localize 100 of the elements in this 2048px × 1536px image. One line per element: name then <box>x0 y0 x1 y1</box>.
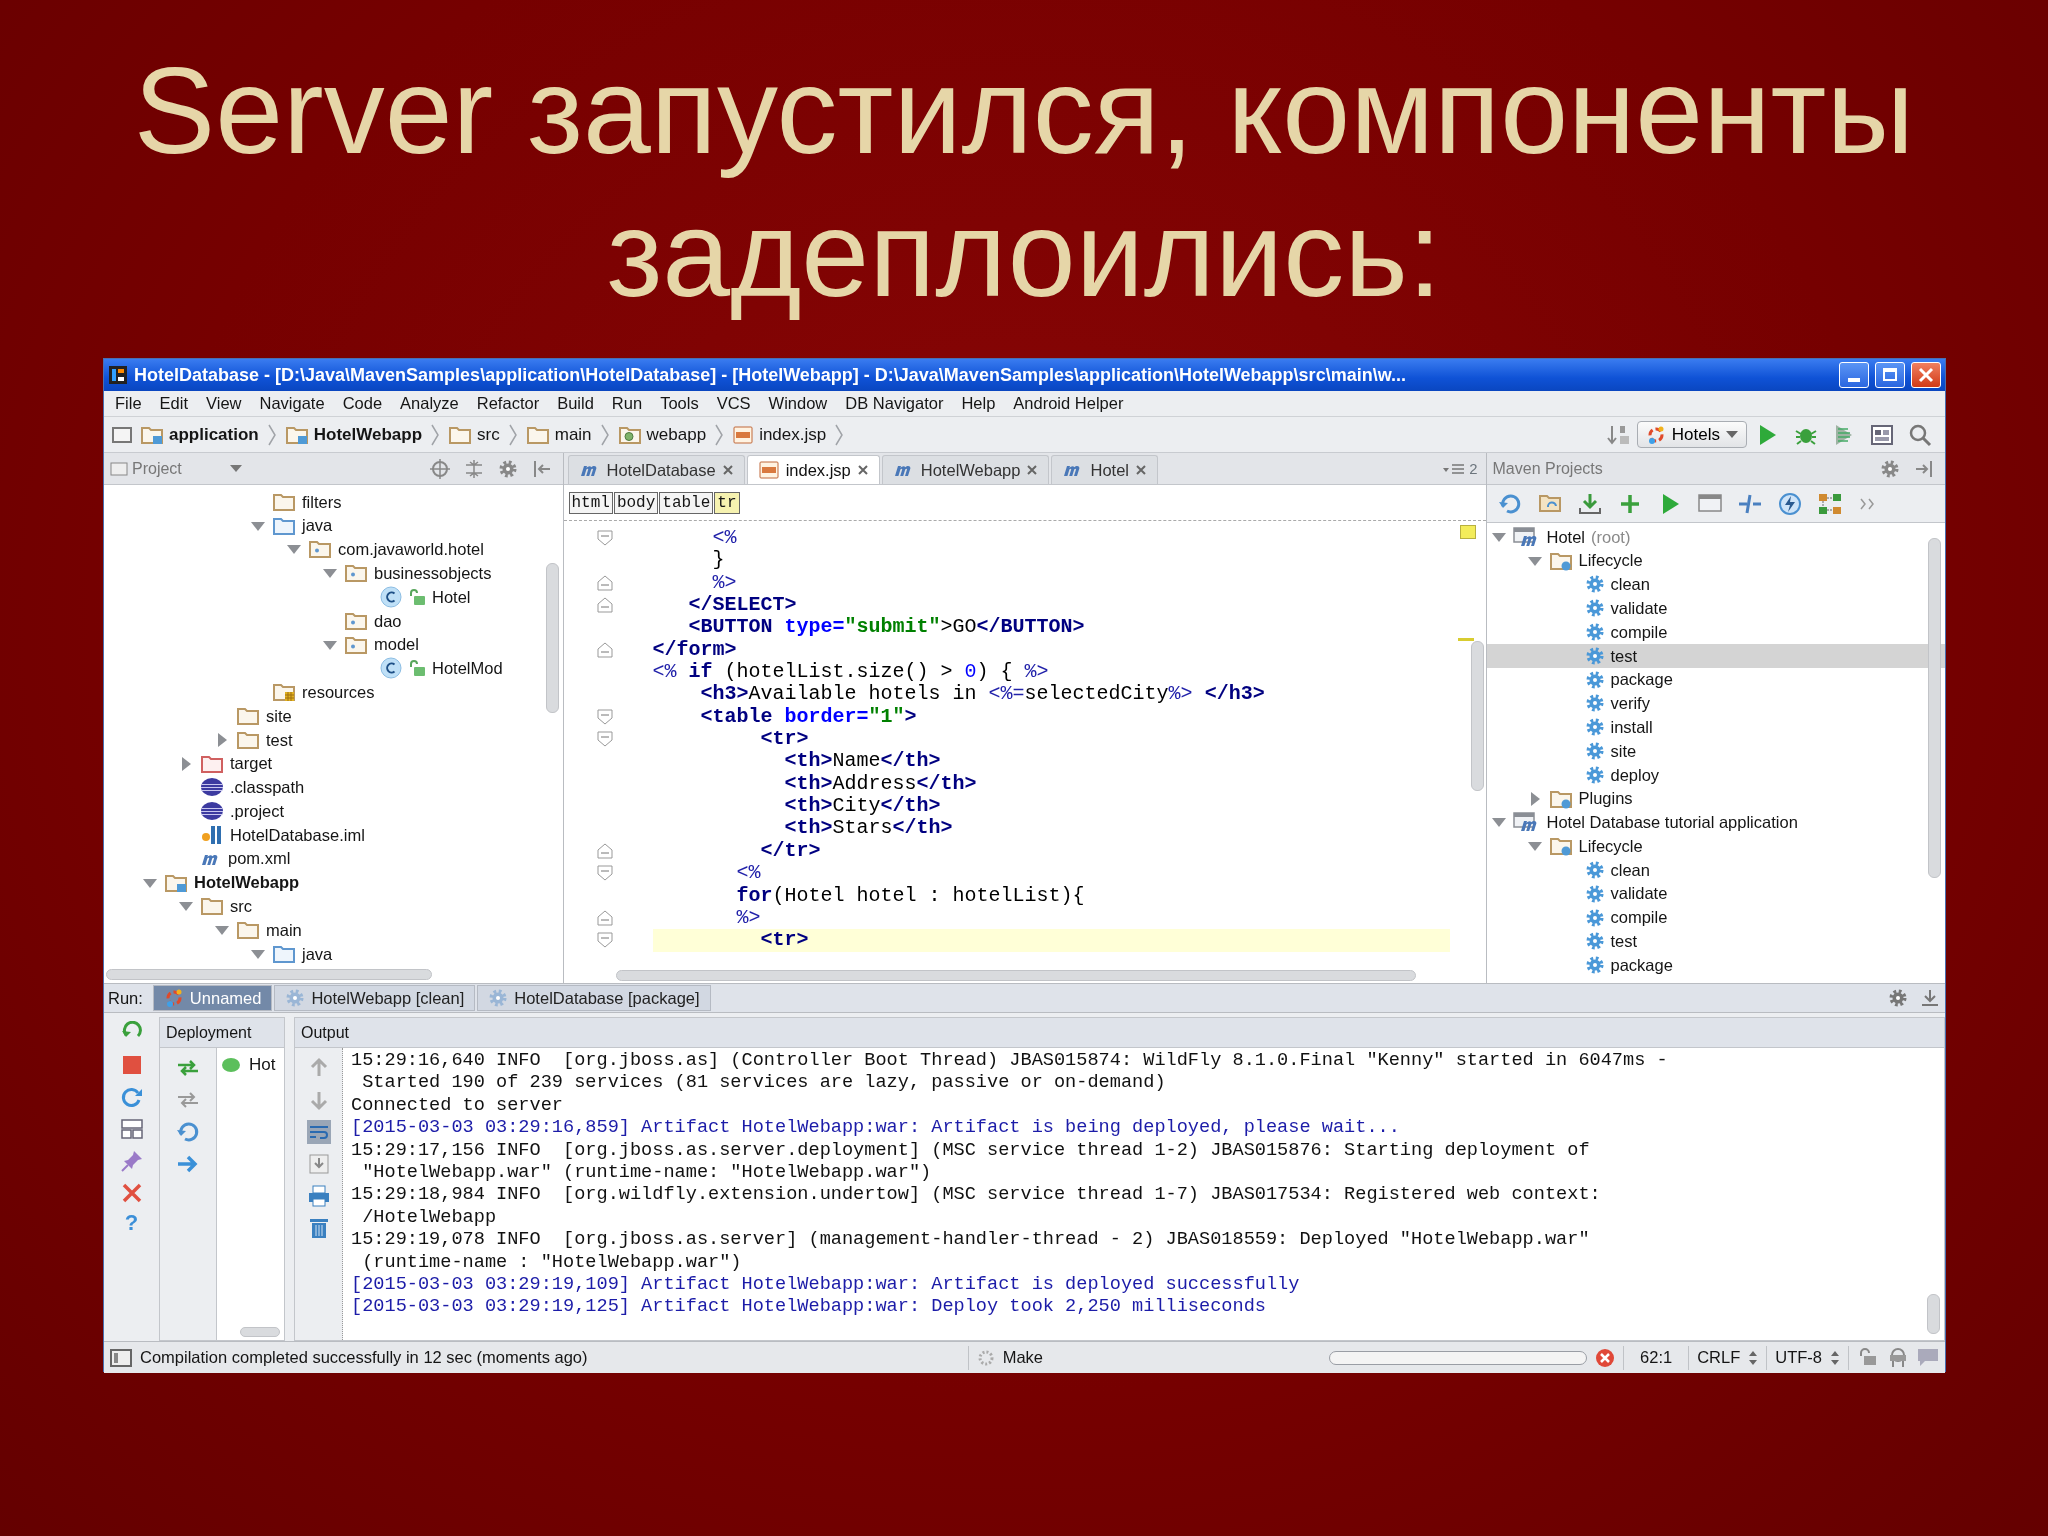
warning-marker[interactable] <box>1459 525 1476 539</box>
pin-icon[interactable] <box>119 1149 144 1173</box>
change-marker[interactable] <box>1457 638 1474 641</box>
tree-item-label[interactable]: site <box>266 703 292 729</box>
hide-panel-icon[interactable] <box>531 458 552 479</box>
settings-icon[interactable] <box>1888 988 1908 1008</box>
menu-item[interactable]: Tools <box>651 391 708 416</box>
tree-row[interactable]: test <box>1486 929 1945 954</box>
breadcrumb[interactable]: index.jsp <box>728 421 831 448</box>
up-down-arrows-icon[interactable] <box>1830 1349 1840 1366</box>
scrollbar[interactable] <box>106 969 432 980</box>
tag-breadcrumb[interactable]: html <box>568 491 613 514</box>
project-structure-icon[interactable] <box>1870 422 1894 447</box>
menu-item[interactable]: VCS <box>707 391 760 416</box>
menu-item[interactable]: View <box>197 391 251 416</box>
close-icon[interactable] <box>1135 464 1147 476</box>
tree-row[interactable]: compile <box>1486 905 1945 930</box>
layout-icon[interactable] <box>119 1117 144 1141</box>
editor-tab[interactable]: HotelDatabase <box>567 455 745 484</box>
tree-item-label[interactable]: filters <box>302 489 342 515</box>
fold-icon[interactable] <box>596 641 613 658</box>
tag-breadcrumb[interactable]: body <box>613 491 659 514</box>
minimize-button[interactable] <box>1839 362 1869 388</box>
update-icon[interactable] <box>119 1085 144 1109</box>
editor-tab[interactable]: index.jsp <box>746 455 880 484</box>
tag-breadcrumb[interactable]: table <box>659 491 714 514</box>
minimize-panel-icon[interactable] <box>1920 988 1940 1008</box>
breadcrumb[interactable]: src <box>444 421 504 448</box>
tree-row[interactable]: site <box>1486 739 1945 763</box>
cancel-icon[interactable] <box>1595 1347 1616 1368</box>
scrollbar[interactable] <box>240 1327 280 1337</box>
tag-breadcrumb[interactable]: tr <box>714 491 740 514</box>
tree-item-label[interactable]: .project <box>230 798 285 824</box>
tree-row[interactable]: package <box>1486 953 1945 978</box>
tree-row[interactable]: Lifecycle <box>1486 834 1945 859</box>
tree-row[interactable]: package <box>1486 667 1945 692</box>
fold-icon[interactable] <box>596 731 613 748</box>
tree-row[interactable]: install <box>1486 715 1945 740</box>
tree-row[interactable]: Hotel Database tutorial application <box>1486 810 1945 835</box>
target-icon[interactable] <box>429 458 450 479</box>
menu-item[interactable]: Code <box>333 391 392 416</box>
fold-icon[interactable] <box>596 865 613 882</box>
breadcrumb[interactable]: HotelWebapp <box>280 421 427 448</box>
fold-icon[interactable] <box>596 708 613 725</box>
tree-item-label[interactable]: target <box>230 751 273 777</box>
tree-row[interactable]: Lifecycle <box>1486 548 1945 573</box>
menu-item[interactable]: Window <box>759 391 837 416</box>
refresh-icon[interactable] <box>176 1120 200 1144</box>
line-separator-selector[interactable]: CRLF <box>1697 1345 1741 1370</box>
tree-item-label[interactable]: test <box>266 727 293 753</box>
run-configuration-dropdown[interactable]: Hotels <box>1636 421 1747 448</box>
download-icon[interactable] <box>1577 491 1602 516</box>
tree-row[interactable]: Hotel (root) <box>1486 525 1945 549</box>
fold-icon[interactable] <box>596 910 613 926</box>
tree-row[interactable]: verify <box>1486 691 1945 716</box>
tab-list-icon[interactable] <box>1443 461 1466 476</box>
fold-icon[interactable] <box>596 574 613 591</box>
tree-item-label[interactable]: pom.xml <box>228 846 291 872</box>
editor-tab[interactable]: HotelWebapp <box>881 455 1050 484</box>
tree-row[interactable]: clean <box>1486 858 1945 882</box>
hide-panel-icon[interactable] <box>1914 458 1934 479</box>
tree-item-label[interactable]: HotelMod <box>432 656 503 681</box>
lightning-icon[interactable] <box>1777 491 1802 516</box>
fold-icon[interactable] <box>596 843 613 859</box>
fold-icon[interactable] <box>596 597 613 614</box>
print-icon[interactable] <box>306 1184 331 1208</box>
breadcrumb[interactable]: webapp <box>613 421 711 448</box>
settings-icon[interactable] <box>1880 458 1900 479</box>
fold-icon[interactable] <box>596 932 613 949</box>
refresh-icon[interactable] <box>1497 491 1522 516</box>
tree-item-label[interactable]: model <box>374 632 419 658</box>
tree-row[interactable]: clean <box>1486 572 1945 597</box>
inspector-icon[interactable] <box>1887 1346 1909 1369</box>
menu-item[interactable]: Navigate <box>250 391 334 416</box>
tree-item-label[interactable]: java <box>302 941 333 967</box>
tree-item-label[interactable]: src <box>230 894 252 919</box>
maximize-button[interactable] <box>1875 362 1905 388</box>
scrollbar[interactable] <box>1928 538 1941 878</box>
tree-item-label[interactable]: Hotel <box>432 584 471 610</box>
scrollbar[interactable] <box>615 970 1416 981</box>
up-down-arrows-icon[interactable] <box>1748 1349 1759 1366</box>
tree-row[interactable]: deploy <box>1486 762 1945 787</box>
tree-item-label[interactable]: businessobjects <box>374 560 492 586</box>
tree-row[interactable]: test <box>1486 644 1945 668</box>
breadcrumb[interactable]: application <box>136 421 263 448</box>
fold-icon[interactable] <box>596 530 613 547</box>
menu-item[interactable]: Android Helper <box>1004 391 1133 416</box>
run-tab[interactable]: HotelDatabase [package] <box>477 985 711 1011</box>
encoding-selector[interactable]: UTF-8 <box>1775 1345 1822 1370</box>
close-icon[interactable] <box>1026 464 1039 476</box>
tree-item-label[interactable]: com.javaworld.hotel <box>338 537 484 562</box>
close-button[interactable] <box>1911 362 1941 388</box>
tree-item-label[interactable]: dao <box>374 608 402 634</box>
tree-row[interactable]: validate <box>1486 596 1945 621</box>
menu-item[interactable]: DB Navigator <box>836 391 953 416</box>
menu-item[interactable]: Run <box>602 391 652 416</box>
diagram-icon[interactable] <box>1817 491 1842 516</box>
close-icon[interactable] <box>721 464 734 476</box>
tree-item-label[interactable]: resources <box>302 679 375 705</box>
tree-item-label[interactable]: .classpath <box>230 775 305 800</box>
